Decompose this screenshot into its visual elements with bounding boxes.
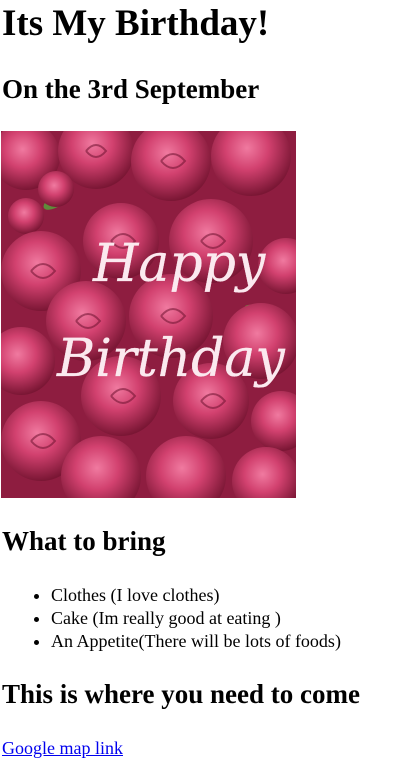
list-item: An Appetite(There will be lots of foods) (51, 630, 341, 653)
roses-illustration: Happy Birthday (1, 131, 296, 498)
birthday-roses-image: Happy Birthday (1, 131, 296, 498)
list-item: Clothes (I love clothes) (51, 584, 341, 607)
bring-list: Clothes (I love clothes) Cake (Im really… (0, 584, 341, 653)
page: Its My Birthday! On the 3rd September Ha… (0, 0, 411, 764)
page-title: Its My Birthday! (2, 3, 270, 44)
what-to-bring-heading: What to bring (2, 526, 166, 556)
event-date-heading: On the 3rd September (2, 74, 260, 104)
location-heading: This is where you need to come (2, 679, 360, 709)
greeting-line-2: Birthday (56, 329, 285, 389)
list-item: Cake (Im really good at eating ) (51, 607, 341, 630)
google-map-link[interactable]: Google map link (2, 737, 123, 759)
greeting-line-1: Happy (92, 234, 266, 294)
